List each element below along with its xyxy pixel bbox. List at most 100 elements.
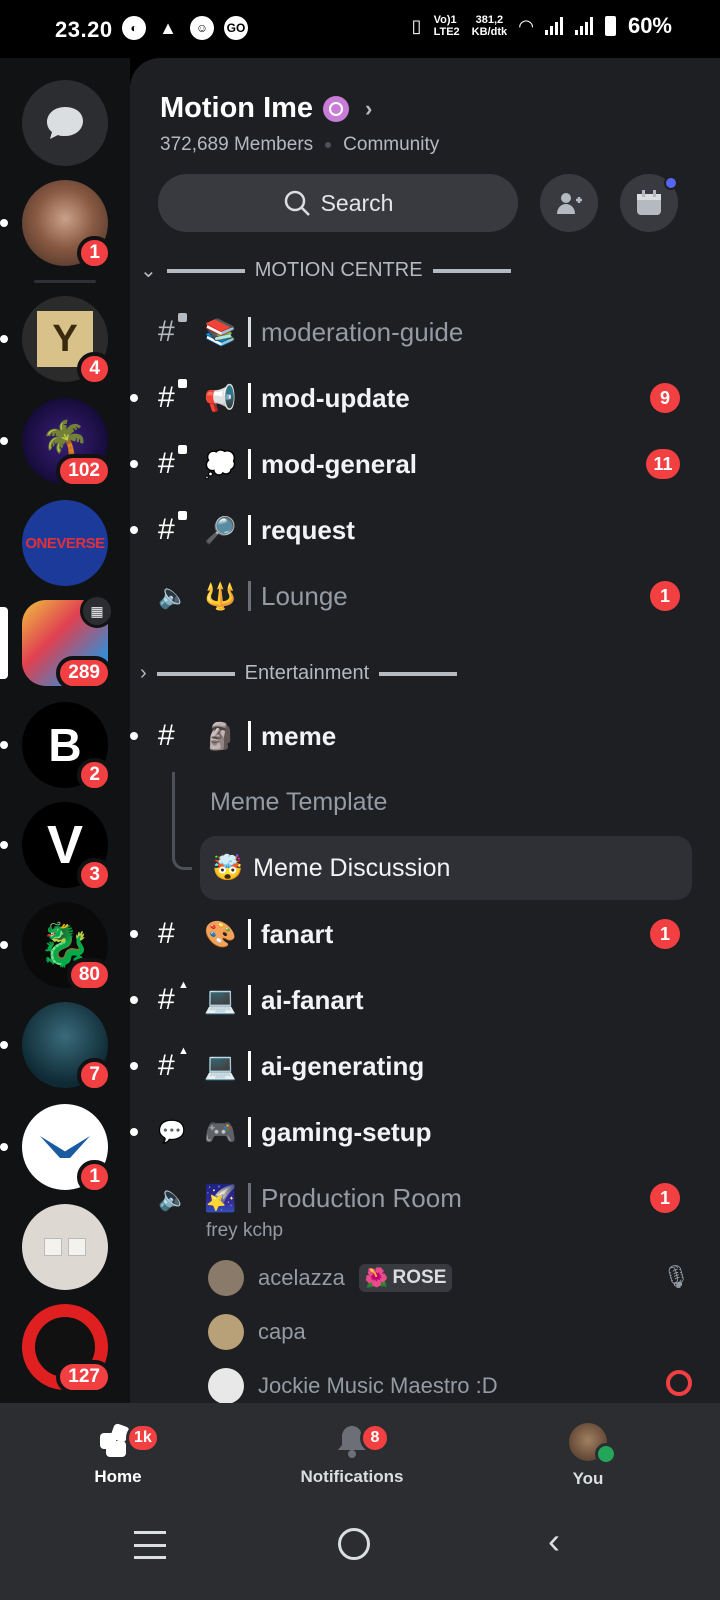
events-button[interactable] <box>620 174 678 232</box>
unread-indicator <box>0 1041 8 1049</box>
mention-badge: 11 <box>646 449 680 479</box>
vibrate-icon: ▯ <box>411 16 422 36</box>
thread-meme-template[interactable]: Meme Template <box>210 788 387 817</box>
mention-badge: 127 <box>56 1360 112 1394</box>
unread-dot <box>130 1062 138 1070</box>
mention-badge: 3 <box>77 858 112 892</box>
battery-level: 60% <box>627 13 672 38</box>
server-name: Motion Ime <box>160 92 314 124</box>
locked-channel-icon: # <box>158 445 194 481</box>
profile-avatar <box>569 1423 617 1465</box>
system-nav-bar: ‹ <box>0 1513 720 1600</box>
mention-badge: 1 <box>77 236 112 270</box>
mention-badge: 1 <box>650 919 680 949</box>
server-icon-user[interactable]: 1 <box>0 180 112 270</box>
recents-button[interactable] <box>134 1531 166 1559</box>
thread-meme-discussion[interactable]: 🤯 Meme Discussion <box>200 836 692 900</box>
battery-icon <box>604 16 616 36</box>
channel-meme[interactable]: # 🗿 meme <box>158 708 698 764</box>
server-type: Community <box>343 134 440 155</box>
unread-dot <box>130 460 138 468</box>
channel-gaming-setup[interactable]: 💬 🎮 gaming-setup <box>158 1104 698 1160</box>
channel-lounge[interactable]: 🔈 🔱 Lounge 1 <box>158 568 698 624</box>
calendar-icon <box>637 190 661 215</box>
status-right: ▯ Vo)1 LTE2 381,2 KB/dtk ◠ 60% <box>412 14 672 38</box>
server-icon-face[interactable]: 7 <box>0 1002 112 1092</box>
server-icon-sheep[interactable]: 127 <box>22 1304 112 1394</box>
chevron-down-icon: ⌄ <box>140 260 157 282</box>
wifi-icon: ◠ <box>519 16 533 36</box>
channel-request[interactable]: # 🔎 request <box>158 502 698 558</box>
unread-indicator <box>0 1143 8 1151</box>
voice-user[interactable]: acelazza 🌺 ROSE <box>208 1260 453 1296</box>
unread-dot <box>130 394 138 402</box>
nav-you[interactable]: You <box>508 1423 668 1489</box>
mention-badge: 9 <box>650 383 680 413</box>
event-notification-dot <box>664 176 678 190</box>
member-count: 372,689 Members <box>160 134 314 155</box>
back-button[interactable]: ‹ <box>548 1523 560 1559</box>
warning-icon: ▲ <box>159 17 177 38</box>
mention-badge: 1 <box>650 1183 680 1213</box>
server-icon-outlet[interactable] <box>22 1204 108 1290</box>
channel-moderation-guide[interactable]: # 📚 moderation-guide <box>158 304 698 360</box>
invite-members-button[interactable] <box>540 174 598 232</box>
hash-icon: # <box>158 917 175 950</box>
unread-dot <box>130 526 138 534</box>
selected-indicator <box>0 607 8 679</box>
nav-home[interactable]: 1k Home <box>38 1423 198 1487</box>
nsfw-channel-icon: # ▲ <box>158 979 189 1016</box>
unread-dot <box>130 996 138 1004</box>
channel-fanart[interactable]: # 🎨 fanart 1 <box>158 906 698 962</box>
signal-icon <box>574 17 593 35</box>
voice-channel-status: frey kchp <box>206 1220 284 1241</box>
server-icon-b[interactable]: B 2 <box>0 702 112 792</box>
locked-channel-icon: # <box>158 379 194 415</box>
server-icon-bird[interactable]: 1 <box>0 1104 112 1194</box>
mention-badge: 4 <box>77 352 112 386</box>
direct-messages-button[interactable] <box>22 80 108 166</box>
home-badge: 1k <box>126 1423 160 1453</box>
voice-user[interactable]: capa <box>208 1314 306 1350</box>
mention-badge: 1 <box>77 1160 112 1194</box>
bottom-nav: 1k Home 8 Notifications You <box>0 1403 720 1513</box>
channel-mod-update[interactable]: # 📢 mod-update 9 <box>158 370 698 426</box>
event-icon: ▦ <box>80 594 114 628</box>
server-icon-v[interactable]: V 3 <box>0 802 112 892</box>
add-member-icon <box>557 193 582 214</box>
category-entertainment[interactable]: › Entertainment <box>140 662 458 685</box>
user-tag: 🌺 ROSE <box>358 1264 453 1292</box>
muted-mic-icon: 🎙 <box>662 1264 690 1289</box>
channel-ai-fanart[interactable]: # ▲ 💻 ai-fanart <box>158 972 698 1028</box>
search-button[interactable]: Search <box>158 174 518 232</box>
channel-panel: Motion Ime › 372,689 Members Community S… <box>130 58 720 1403</box>
app-notification-icon: ◐ <box>122 16 146 40</box>
unread-indicator <box>0 219 8 227</box>
unread-indicator <box>0 741 8 749</box>
server-meta: 372,689 Members Community <box>160 134 439 156</box>
notification-icons: ◐ ▲ ☺ GO <box>122 16 248 40</box>
avatar <box>208 1260 244 1296</box>
chevron-right-icon: › <box>140 662 147 684</box>
avatar <box>208 1368 244 1403</box>
home-system-button[interactable] <box>338 1528 370 1560</box>
server-header[interactable]: Motion Ime › <box>160 92 372 125</box>
server-icon-palm[interactable]: 🌴 102 <box>0 398 112 488</box>
channel-ai-generating[interactable]: # ▲ 💻 ai-generating <box>158 1038 698 1094</box>
mention-badge: 289 <box>56 656 112 690</box>
server-icon-motion-ime[interactable]: ▦ 289 <box>0 594 114 690</box>
server-icon-y[interactable]: Y 4 <box>0 296 112 386</box>
server-icon-oneverse[interactable]: ONEVERSE <box>22 500 108 586</box>
channel-production-room[interactable]: 🔈 🌠 Production Room 1 <box>158 1170 698 1226</box>
unread-indicator <box>0 841 8 849</box>
network-speed: 381,2 KB/dtk <box>471 14 508 38</box>
status-time: 23.20 <box>55 17 113 42</box>
server-icon-dragon[interactable]: 🐉 80 <box>0 902 112 992</box>
avatar <box>208 1314 244 1350</box>
search-icon <box>284 190 310 216</box>
nav-notifications[interactable]: 8 Notifications <box>272 1423 432 1487</box>
channel-mod-general[interactable]: # 💭 mod-general 11 <box>158 436 698 492</box>
locked-voice-icon: 🔈 <box>158 582 188 610</box>
category-motion-centre[interactable]: ⌄ MOTION CENTRE <box>140 258 511 283</box>
voice-user[interactable]: Jockie Music Maestro :D <box>208 1368 498 1403</box>
